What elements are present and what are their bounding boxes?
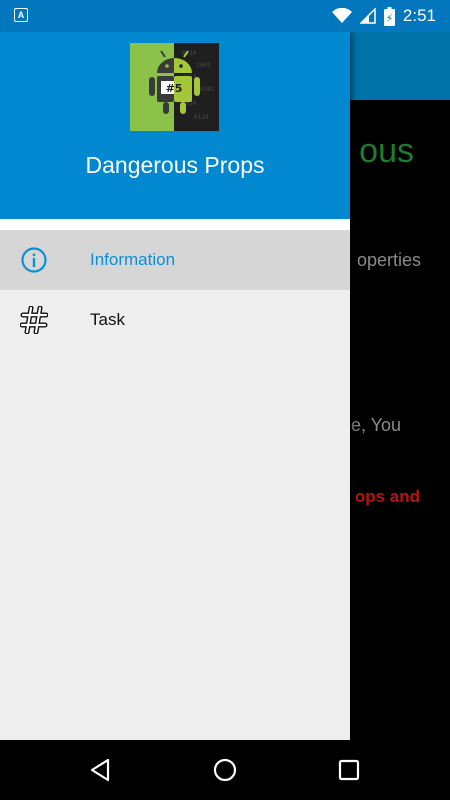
home-icon[interactable] [210,755,240,785]
menu-item-information[interactable]: Information [0,230,350,290]
status-clock: 2:51 [402,6,436,25]
battery-icon: ⚡ [383,6,395,26]
info-circle-icon [21,247,47,273]
recents-icon[interactable] [334,755,364,785]
signal-icon [359,8,376,24]
logo-badge-text: #5 [166,82,183,95]
back-icon[interactable] [86,755,116,785]
android-logo-icon: 01101001 00110101 10100110 [130,43,219,131]
menu-item-label: Information [90,250,176,269]
svg-text:1001: 1001 [196,62,211,69]
notification-icon: A [14,8,28,22]
header-divider [0,219,350,230]
app-name: Dangerous Props [85,152,265,178]
svg-text:0110: 0110 [194,114,209,121]
navigation-drawer: 01101001 00110101 10100110 [0,32,350,740]
app-logo[interactable]: 01101001 00110101 10100110 [130,43,219,131]
menu-item-task[interactable]: Task [0,290,350,350]
battery-charging-glyph: ⚡ [386,12,394,25]
svg-text:0101: 0101 [200,86,215,93]
main-text-fragment: e, You [350,415,401,435]
menu-item-label: Task [90,310,125,329]
status-bar: A ⚡ 2:51 [0,0,450,32]
hash-icon [20,306,48,334]
main-warning-fragment: ops and [354,487,420,506]
status-icons: ⚡ 2:51 [331,0,436,32]
navigation-bar [0,740,450,800]
main-text-fragment: operties [356,250,421,270]
drawer-header: 01101001 00110101 10100110 [0,32,350,219]
wifi-icon [331,8,352,23]
main-title-fragment: ous [359,132,414,170]
